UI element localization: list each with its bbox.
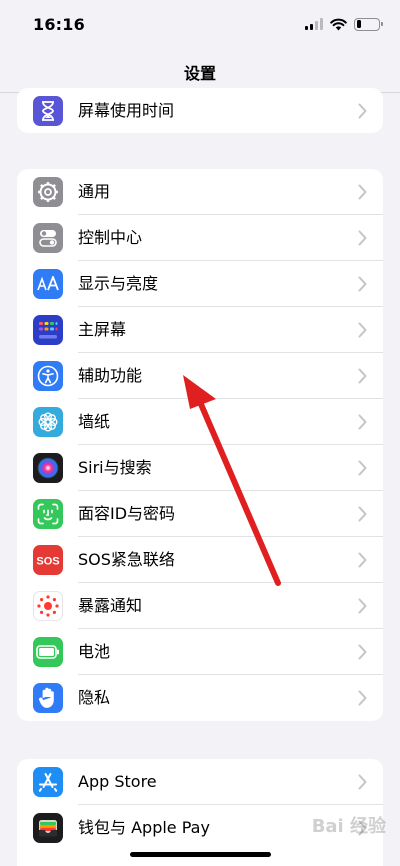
hourglass-icon — [33, 96, 63, 126]
watermark: Bai 经验 — [311, 816, 386, 837]
accessibility-icon — [33, 361, 63, 391]
settings-row-label: 显示与亮度 — [78, 274, 159, 293]
settings-row-label: 通用 — [78, 182, 111, 201]
chevron-right-icon — [358, 368, 367, 384]
chevron-right-icon — [358, 460, 367, 476]
settings-row-label: 电池 — [78, 642, 111, 661]
chevron-right-icon — [358, 644, 367, 660]
face-id-icon — [33, 499, 63, 529]
svg-text:SOS: SOS — [36, 556, 59, 567]
settings-row-emergency-sos[interactable]: SOS SOS紧急联络 — [17, 537, 383, 583]
settings-row-general[interactable]: 通用 — [17, 169, 383, 215]
settings-row-label: 暴露通知 — [78, 596, 143, 615]
settings-row-label: 屏幕使用时间 — [78, 101, 175, 120]
settings-row-home-screen[interactable]: 主屏幕 — [17, 307, 383, 353]
settings-row-exposure-notifications[interactable]: 暴露通知 — [17, 583, 383, 629]
settings-row-label: App Store — [78, 772, 157, 791]
settings-row-siri-search[interactable]: Siri与搜索 — [17, 445, 383, 491]
settings-row-battery[interactable]: 电池 — [17, 629, 383, 675]
chevron-right-icon — [358, 598, 367, 614]
settings-row-label: 主屏幕 — [78, 320, 127, 339]
app-store-icon — [33, 767, 63, 797]
home-indicator — [130, 852, 271, 857]
siri-icon — [33, 453, 63, 483]
exposure-icon — [33, 591, 63, 621]
toggles-icon — [33, 223, 63, 253]
settings-row-accessibility[interactable]: 辅助功能 — [17, 353, 383, 399]
home-grid-icon — [33, 315, 63, 345]
wallet-icon — [33, 813, 63, 843]
page-title: 设置 — [183, 64, 216, 83]
chevron-right-icon — [358, 322, 367, 338]
settings-row-face-id-passcode[interactable]: 面容ID与密码 — [17, 491, 383, 537]
settings-row-label: 辅助功能 — [78, 366, 143, 385]
settings-row-control-center[interactable]: 控制中心 — [17, 215, 383, 261]
wifi-icon — [330, 18, 347, 30]
settings-row-privacy[interactable]: 隐私 — [17, 675, 383, 721]
settings-row-label: Siri与搜索 — [78, 458, 152, 477]
settings-row-label: SOS紧急联络 — [78, 550, 175, 569]
text-size-icon — [33, 269, 63, 299]
chevron-right-icon — [358, 774, 367, 790]
status-bar: 16:16 — [0, 0, 400, 50]
settings-row-label: 面容ID与密码 — [78, 504, 176, 523]
chevron-right-icon — [358, 506, 367, 522]
settings-row-wallpaper[interactable]: 墙纸 — [17, 399, 383, 445]
hand-icon — [33, 683, 63, 713]
battery-icon — [33, 637, 63, 667]
gear-icon — [33, 177, 63, 207]
status-time: 16:16 — [33, 15, 85, 34]
chevron-right-icon — [358, 103, 367, 119]
settings-row-label: 钱包与 Apple Pay — [78, 818, 210, 837]
chevron-right-icon — [358, 230, 367, 246]
settings-row-label: 隐私 — [78, 688, 111, 707]
settings-row-app-store[interactable]: App Store — [17, 759, 383, 805]
status-icons — [305, 17, 383, 31]
settings-row-display-brightness[interactable]: 显示与亮度 — [17, 261, 383, 307]
chevron-right-icon — [358, 276, 367, 292]
settings-row-screen-time[interactable]: 屏幕使用时间 — [17, 88, 383, 133]
settings-row-label: 墙纸 — [78, 412, 111, 431]
settings-group-main: 通用 控制中心 显示与亮度 主屏幕 辅助功能 墙纸 Siri与搜索 面容ID与密… — [17, 169, 383, 721]
chevron-right-icon — [358, 552, 367, 568]
settings-group-screen-time: 屏幕使用时间 — [17, 88, 383, 133]
sos-icon: SOS — [33, 545, 63, 575]
cellular-signal-icon — [305, 18, 323, 30]
chevron-right-icon — [358, 414, 367, 430]
chevron-right-icon — [358, 690, 367, 706]
settings-row-label: 控制中心 — [78, 228, 143, 247]
chevron-right-icon — [358, 184, 367, 200]
battery-status-icon — [354, 17, 383, 31]
flower-icon — [33, 407, 63, 437]
